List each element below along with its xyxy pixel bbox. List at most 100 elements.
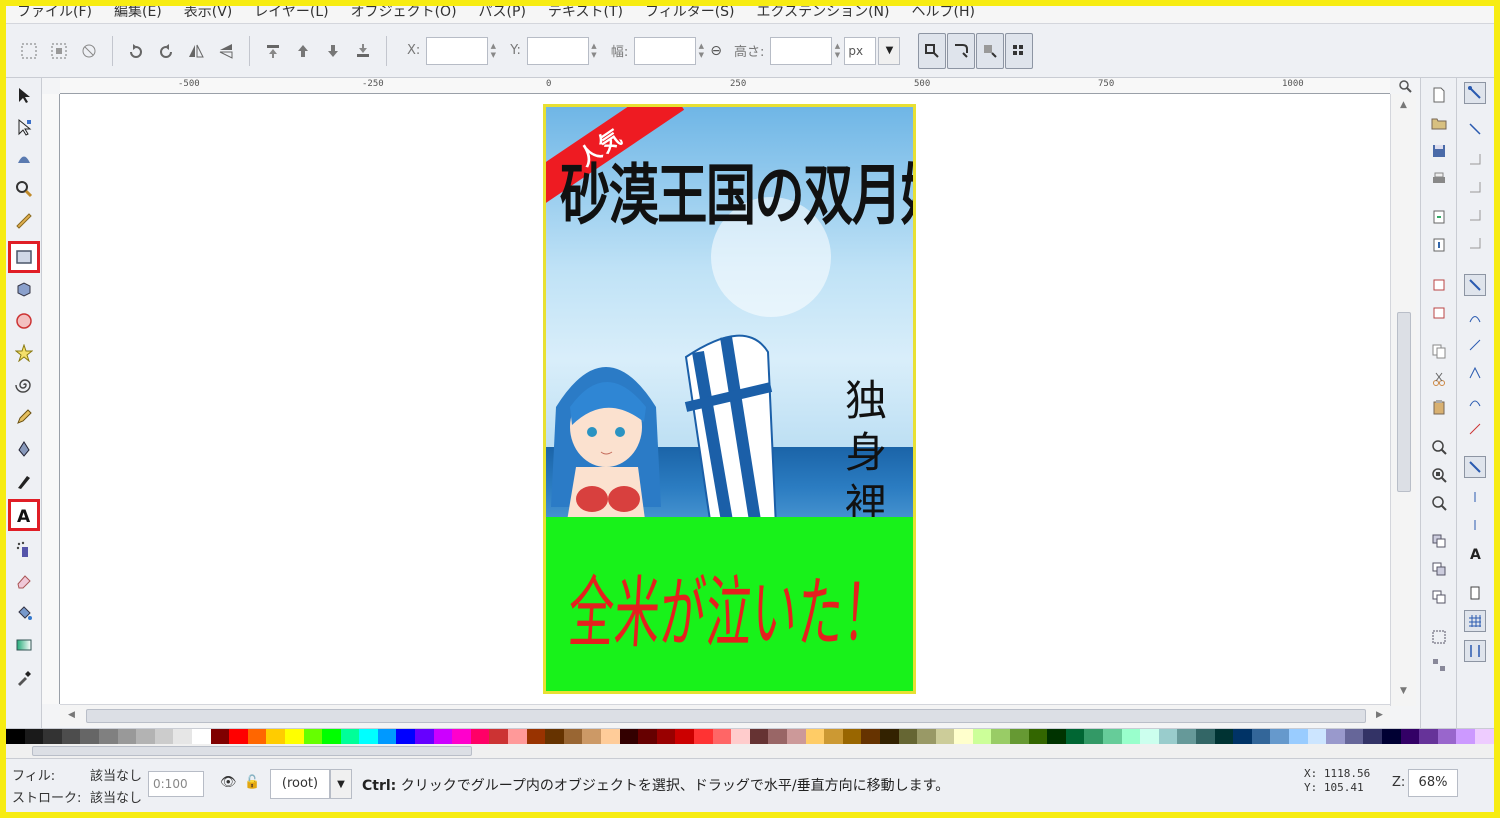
snap-bbox-edge-icon[interactable] xyxy=(1464,148,1486,170)
color-swatch[interactable] xyxy=(43,729,62,745)
unit-select[interactable]: px ▼ xyxy=(844,36,901,65)
text-tool-icon[interactable]: A xyxy=(8,499,40,531)
color-swatch[interactable] xyxy=(991,729,1011,745)
palette-scroll-thumb[interactable] xyxy=(32,746,472,756)
color-swatch[interactable] xyxy=(396,729,416,745)
paste-icon[interactable] xyxy=(1428,396,1450,418)
color-swatch[interactable] xyxy=(1177,729,1196,745)
menu-path[interactable]: パス(P) xyxy=(468,0,537,23)
transform-gradients-icon[interactable] xyxy=(976,32,1005,69)
layer-lock-icon[interactable]: 🔓 xyxy=(244,775,260,790)
color-swatch[interactable] xyxy=(1344,729,1364,745)
snap-toggle-icon[interactable] xyxy=(1464,82,1486,104)
color-swatch[interactable] xyxy=(786,729,806,745)
color-swatch[interactable] xyxy=(1307,729,1327,745)
palette-scrollbar[interactable] xyxy=(6,744,1494,758)
lower-to-bottom-icon[interactable] xyxy=(350,38,376,64)
cut-icon[interactable] xyxy=(1428,368,1450,390)
stroke-value[interactable]: 該当なし xyxy=(90,787,142,806)
menu-extensions[interactable]: エクステンション(N) xyxy=(746,0,901,23)
select-all-layers-icon[interactable] xyxy=(46,38,72,64)
snap-path-icon[interactable] xyxy=(1464,306,1486,328)
color-swatch[interactable] xyxy=(638,729,657,745)
color-swatch[interactable] xyxy=(117,729,137,745)
opacity-input[interactable]: 0:100 xyxy=(148,771,204,797)
snap-page-border-icon[interactable] xyxy=(1464,582,1486,604)
unlink-clone-icon[interactable] xyxy=(1428,586,1450,608)
scroll-left-icon[interactable]: ◀ xyxy=(68,710,75,720)
rotate-cw-icon[interactable] xyxy=(153,38,179,64)
color-swatch[interactable] xyxy=(470,729,490,745)
snap-bbox-center-icon[interactable] xyxy=(1464,232,1486,254)
color-swatch[interactable] xyxy=(545,729,564,745)
drawing-canvas[interactable]: 人気 砂漠王国の双月姫 独 身 裡 全米が泣いた！ xyxy=(60,94,1390,704)
color-swatch[interactable] xyxy=(824,729,843,745)
snap-cusp-nodes-icon[interactable] xyxy=(1464,362,1486,384)
color-swatch[interactable] xyxy=(1047,729,1066,745)
color-swatch[interactable] xyxy=(675,729,694,745)
menu-help[interactable]: ヘルプ(H) xyxy=(901,0,986,23)
color-swatch[interactable] xyxy=(861,729,880,745)
color-swatch[interactable] xyxy=(1400,729,1420,745)
color-swatch[interactable] xyxy=(98,729,118,745)
color-swatch[interactable] xyxy=(1437,729,1457,745)
color-swatch[interactable] xyxy=(6,729,25,745)
select-all-icon[interactable] xyxy=(16,38,42,64)
color-swatch[interactable] xyxy=(1326,729,1345,745)
color-swatch[interactable] xyxy=(879,729,899,745)
color-swatch[interactable] xyxy=(154,729,174,745)
color-swatch[interactable] xyxy=(1140,729,1159,745)
zoom-tool-icon[interactable] xyxy=(11,176,37,202)
snap-bbox-icon[interactable] xyxy=(1464,118,1486,140)
calligraphy-tool-icon[interactable] xyxy=(11,468,37,494)
color-swatch[interactable] xyxy=(322,729,341,745)
color-swatch[interactable] xyxy=(1084,729,1104,745)
color-swatch[interactable] xyxy=(173,729,192,745)
raise-to-top-icon[interactable] xyxy=(260,38,286,64)
color-swatch[interactable] xyxy=(1363,729,1382,745)
zoom-icon[interactable] xyxy=(1393,78,1417,94)
color-swatch[interactable] xyxy=(1381,729,1401,745)
color-swatch[interactable] xyxy=(693,729,713,745)
snap-path-intersection-icon[interactable] xyxy=(1464,334,1486,356)
menu-view[interactable]: 表示(V) xyxy=(173,0,244,23)
3d-box-tool-icon[interactable] xyxy=(11,276,37,302)
color-swatch[interactable] xyxy=(1196,729,1215,745)
menu-edit[interactable]: 編集(E) xyxy=(103,0,173,23)
color-swatch[interactable] xyxy=(1474,729,1494,745)
scroll-down-icon[interactable]: ▼ xyxy=(1400,686,1407,696)
color-swatch[interactable] xyxy=(1065,729,1085,745)
layer-select[interactable]: (root) xyxy=(270,769,330,799)
measure-tool-icon[interactable] xyxy=(11,208,37,234)
vertical-scroll-thumb[interactable] xyxy=(1397,312,1411,492)
save-icon[interactable] xyxy=(1428,140,1450,162)
flip-vertical-icon[interactable] xyxy=(213,38,239,64)
deselect-icon[interactable] xyxy=(76,38,102,64)
snap-midpoints-icon[interactable] xyxy=(1464,418,1486,440)
clone-icon[interactable] xyxy=(1428,558,1450,580)
scale-stroke-icon[interactable] xyxy=(918,32,947,69)
zoom-page-icon[interactable] xyxy=(1428,492,1450,514)
color-swatch[interactable] xyxy=(1214,729,1234,745)
scale-corners-icon[interactable] xyxy=(947,32,976,69)
color-swatch[interactable] xyxy=(61,729,81,745)
new-document-icon[interactable] xyxy=(1428,84,1450,106)
layer-visibility-icon[interactable]: 👁 xyxy=(220,775,237,790)
color-swatch[interactable] xyxy=(1010,729,1029,745)
color-swatch[interactable] xyxy=(340,729,360,745)
paint-bucket-tool-icon[interactable] xyxy=(11,600,37,626)
snap-object-center-icon[interactable] xyxy=(1464,486,1486,508)
color-swatch[interactable] xyxy=(935,729,955,745)
width-input[interactable] xyxy=(634,36,697,65)
color-swatch[interactable] xyxy=(731,729,750,745)
color-swatch[interactable] xyxy=(619,729,639,745)
color-swatch[interactable] xyxy=(266,729,285,745)
color-swatch[interactable] xyxy=(712,729,732,745)
color-swatch[interactable] xyxy=(415,729,434,745)
color-swatch[interactable] xyxy=(972,729,992,745)
menu-text[interactable]: テキスト(T) xyxy=(537,0,634,23)
horizontal-scrollbar[interactable]: ◀ ▶ xyxy=(60,704,1390,726)
color-swatch[interactable] xyxy=(1028,729,1048,745)
color-swatch[interactable] xyxy=(582,729,601,745)
color-swatch[interactable] xyxy=(1103,729,1122,745)
